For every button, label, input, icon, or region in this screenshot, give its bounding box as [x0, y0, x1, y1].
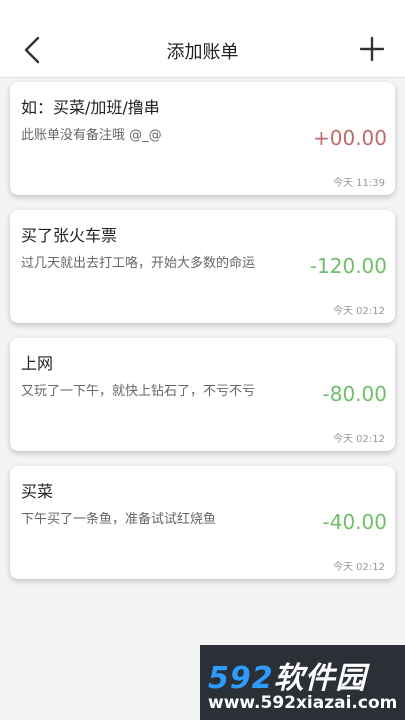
bill-title: 上网: [21, 354, 54, 373]
bill-amount: +00.00: [312, 126, 387, 150]
bill-card[interactable]: 买菜 下午买了一条鱼，准备试试红烧鱼 -40.00 今天 02:12: [10, 466, 395, 579]
bill-amount: -120.00: [309, 254, 387, 278]
bill-card[interactable]: 如：买菜/加班/撸串 此账单没有备注哦 @_@ +00.00 今天 11:39: [10, 82, 395, 195]
add-icon[interactable]: [359, 36, 385, 62]
watermark-number: 592: [208, 661, 274, 696]
bill-time: 今天 11:39: [333, 178, 385, 189]
bill-note: 过几天就出去打工咯，开始大多数的命运: [21, 256, 256, 271]
watermark-text: 软件园: [273, 661, 367, 696]
watermark-brand: 592软件园: [208, 653, 367, 697]
watermark-url: www.592xiazai.com: [208, 693, 398, 713]
bill-title: 买了张火车票: [21, 226, 118, 245]
bill-note: 下午买了一条鱼，准备试试红烧鱼: [21, 512, 217, 527]
bill-amount: -40.00: [322, 510, 387, 534]
site-watermark: 592软件园 www.592xiazai.com: [200, 645, 405, 720]
bill-note: 又玩了一下午，就快上钻石了，不亏不亏: [21, 384, 256, 399]
bill-time: 今天 02:12: [333, 434, 385, 445]
page-title: 添加账单: [166, 42, 239, 63]
bill-title: 如：买菜/加班/撸串: [21, 98, 160, 117]
bill-note: 此账单没有备注哦 @_@: [21, 128, 162, 143]
bill-card[interactable]: 买了张火车票 过几天就出去打工咯，开始大多数的命运 -120.00 今天 02:…: [10, 210, 395, 323]
bill-title: 买菜: [21, 482, 54, 501]
app-header: 添加账单: [0, 0, 405, 78]
bill-time: 今天 02:12: [333, 562, 385, 573]
bill-time: 今天 02:12: [333, 306, 385, 317]
bill-card[interactable]: 上网 又玩了一下午，就快上钻石了，不亏不亏 -80.00 今天 02:12: [10, 338, 395, 451]
bill-amount: -80.00: [322, 382, 387, 406]
